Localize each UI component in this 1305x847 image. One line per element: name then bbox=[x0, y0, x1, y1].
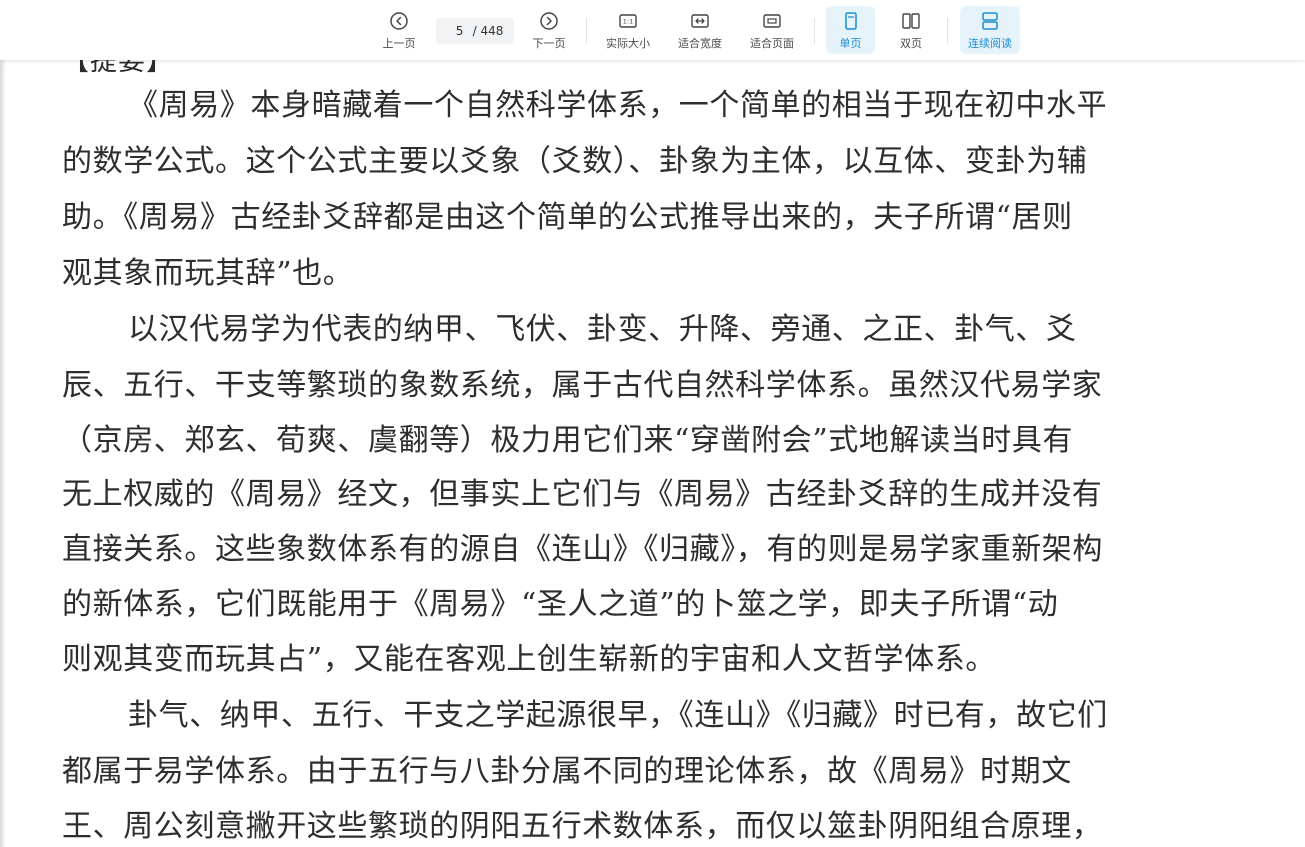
text-line: 助。《周易》古经卦爻辞都是由这个简单的公式推导出来的，夫子所谓“居则 bbox=[62, 200, 1073, 235]
chevron-left-circle-icon bbox=[388, 10, 410, 32]
text-line: （京房、郑玄、荀爽、虞翻等）极力用它们来“穿凿附会”式地解读当时具有 bbox=[62, 423, 1074, 458]
double-page-icon bbox=[900, 10, 922, 32]
fit-page-icon bbox=[761, 10, 783, 32]
page-number-input[interactable] bbox=[446, 24, 473, 38]
text-line: 《周易》本身暗藏着一个自然科学体系，一个简单的相当于现在初中水平 bbox=[128, 88, 1108, 123]
text-line: 则观其变而玩其占”，又能在客观上创生崭新的宇宙和人文哲学体系。 bbox=[62, 642, 996, 677]
prev-page-label: 上一页 bbox=[382, 36, 416, 50]
fit-width-label: 适合宽度 bbox=[678, 36, 722, 50]
prev-page-button[interactable]: 上一页 bbox=[374, 6, 424, 54]
toolbar-divider bbox=[586, 18, 587, 44]
next-page-label: 下一页 bbox=[532, 36, 566, 50]
chevron-right-circle-icon bbox=[538, 10, 560, 32]
text-line: 王、周公刻意撇开这些繁琐的阴阳五行术数体系，而仅以筮卦阴阳组合原理， bbox=[62, 809, 1103, 844]
text-line: 辰、五行、干支等繁琐的象数系统，属于古代自然科学体系。虽然汉代易学家 bbox=[62, 368, 1103, 403]
text-line: 以汉代易学为代表的纳甲、飞伏、卦变、升降、旁通、之正、卦气、爻 bbox=[128, 312, 1077, 347]
text-line: 直接关系。这些象数体系有的源自《连山》《归藏》，有的则是易学家重新架构 bbox=[62, 532, 1103, 567]
double-page-button[interactable]: 双页 bbox=[886, 6, 936, 54]
toolbar-divider bbox=[814, 18, 815, 44]
page-total: / 448 bbox=[472, 24, 504, 38]
single-page-icon bbox=[840, 10, 862, 32]
continuous-reading-icon bbox=[979, 10, 1001, 32]
text-line: 无上权威的《周易》经文，但事实上它们与《周易》古经卦爻辞的生成并没有 bbox=[62, 477, 1103, 512]
page-indicator: / 448 bbox=[436, 18, 514, 44]
fit-width-button[interactable]: 适合宽度 bbox=[670, 6, 730, 54]
actual-size-icon: 1:1 bbox=[617, 10, 639, 32]
document-page: 【提要】 《周易》本身暗藏着一个自然科学体系，一个简单的相当于现在初中水平 的数… bbox=[0, 0, 1305, 847]
toolbar-divider bbox=[947, 18, 948, 44]
text-line: 观其象而玩其辞”也。 bbox=[62, 256, 354, 291]
fit-page-label: 适合页面 bbox=[750, 36, 794, 50]
actual-size-glyph: 1:1 bbox=[623, 17, 633, 25]
double-page-label: 双页 bbox=[900, 36, 922, 50]
reader-toolbar: 上一页 / 448 下一页 1:1 实际大小 适合宽度 bbox=[0, 0, 1305, 60]
fit-page-button[interactable]: 适合页面 bbox=[742, 6, 802, 54]
text-line: 卦气、纳甲、五行、干支之学起源很早，《连山》《归藏》时已有，故它们 bbox=[128, 698, 1108, 733]
text-line: 的数学公式。这个公式主要以爻象（爻数）、卦象为主体，以互体、变卦为辅 bbox=[62, 144, 1088, 179]
single-page-button[interactable]: 单页 bbox=[826, 6, 875, 54]
continuous-reading-button[interactable]: 连续阅读 bbox=[960, 6, 1020, 54]
text-line: 的新体系，它们既能用于《周易》“圣人之道”的卜筮之学，即夫子所谓“动 bbox=[62, 587, 1059, 622]
reader-viewport[interactable]: 【提要】 《周易》本身暗藏着一个自然科学体系，一个简单的相当于现在初中水平 的数… bbox=[0, 0, 1305, 847]
continuous-reading-label: 连续阅读 bbox=[968, 36, 1012, 50]
next-page-button[interactable]: 下一页 bbox=[524, 6, 574, 54]
actual-size-button[interactable]: 1:1 实际大小 bbox=[598, 6, 658, 54]
fit-width-icon bbox=[689, 10, 711, 32]
single-page-label: 单页 bbox=[839, 36, 862, 50]
actual-size-label: 实际大小 bbox=[606, 36, 650, 50]
text-line: 都属于易学体系。由于五行与八卦分属不同的理论体系，故《周易》时期文 bbox=[62, 754, 1072, 789]
